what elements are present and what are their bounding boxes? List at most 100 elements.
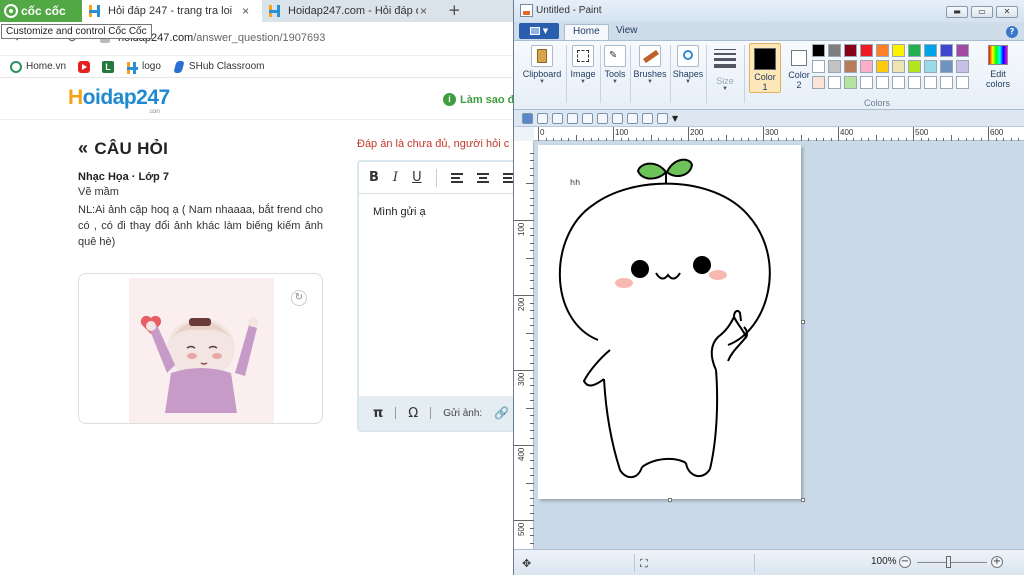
youtube-icon [78,60,91,73]
palette-swatch[interactable] [860,76,873,89]
image-button[interactable]: Image ▼ [568,43,598,85]
bookmark-l[interactable]: L [102,60,115,73]
resize-handle-right[interactable] [801,320,805,324]
palette-swatch[interactable] [940,60,953,73]
palette-swatch[interactable] [956,76,969,89]
palette-swatch[interactable] [876,44,889,57]
color1-selector[interactable]: Color 1 [749,43,781,93]
omega-symbol-button[interactable]: Ω [408,406,418,421]
palette-swatch[interactable] [844,60,857,73]
bookmark-shub[interactable]: SHub Classroom [172,60,265,73]
italic-button[interactable]: I [393,170,398,185]
align-center-icon[interactable] [476,172,489,183]
palette-swatch[interactable] [908,76,921,89]
close-button[interactable]: ✕ [996,6,1018,18]
palette-swatch[interactable] [812,60,825,73]
hoidap247-logo[interactable]: Hoidap247 .com [68,86,170,115]
palette-swatch[interactable] [940,76,953,89]
coccoc-brand: cốc cốc [21,4,66,18]
tab-view[interactable]: View [608,24,646,40]
customize-qat-icon[interactable]: ▼ [672,114,678,123]
answer-text-area[interactable]: Mình gửi ạ [359,194,514,230]
coccoc-logo-icon [4,4,18,18]
bold-button[interactable]: B [369,170,379,185]
rotate-image-button[interactable]: ↻ [291,290,307,306]
color2-selector[interactable]: Color 2 [784,43,814,93]
size-button[interactable]: Size ▼ [710,43,740,92]
palette-swatch[interactable] [828,44,841,57]
tab-close-icon[interactable]: × [242,4,249,18]
double-chevron-left-icon[interactable]: « [78,138,88,159]
zoom-in-button[interactable]: + [991,556,1003,568]
palette-swatch[interactable] [956,60,969,73]
underline-button[interactable]: U [412,170,422,185]
palette-swatch[interactable] [908,44,921,57]
maximize-button[interactable]: ▭ [971,6,993,18]
pi-symbol-button[interactable]: π [373,406,383,421]
drawing-canvas[interactable]: hh [538,145,801,499]
question-body: NL:Ai ảnh cặp hoq ạ ( Nam nhaaaa, bắt fr… [78,204,323,248]
edit-colors-button[interactable]: Edit colors [980,45,1016,89]
palette-swatch[interactable] [876,60,889,73]
palette-swatch[interactable] [924,60,937,73]
upload-image-label: Gửi ảnh: [443,407,483,419]
bookmark-youtube[interactable] [78,60,91,73]
minimize-button[interactable]: ▬ [946,6,968,18]
zoom-slider-thumb[interactable] [946,556,951,568]
browser-tabbar: cốc cốc Hỏi đáp 247 - trang tra loi × Ho… [0,0,514,22]
palette-swatch[interactable] [828,60,841,73]
ruler-label: 500 [915,128,929,137]
palette-swatch[interactable] [892,76,905,89]
tab-home[interactable]: Home [564,24,609,40]
palette-swatch[interactable] [860,44,873,57]
palette-swatch[interactable] [828,76,841,89]
text-tool-icon[interactable] [657,112,668,124]
palette-swatch[interactable] [924,44,937,57]
help-icon[interactable]: ? [1006,26,1018,38]
tab-hoidap-answer[interactable]: Hỏi đáp 247 - trang tra loi × [82,0,262,22]
bookmark-home[interactable]: Home.vn [10,60,66,73]
zoom-slider-track[interactable] [917,562,987,563]
select-tool-icon[interactable] [567,112,578,124]
question-image[interactable] [129,278,274,423]
print-icon[interactable] [582,112,593,124]
tools-button[interactable]: ✎ Tools ▼ [602,43,628,85]
palette-swatch[interactable] [844,44,857,57]
colors-group-label: Colors [864,98,891,108]
new-tab-button[interactable]: + [448,1,461,19]
palette-icon[interactable] [597,112,608,124]
palette-swatch[interactable] [892,44,905,57]
lines-icon[interactable] [642,112,653,124]
brush-qat-icon[interactable] [627,112,638,124]
tab-hoidap-home[interactable]: Hoidap247.com - Hỏi đáp onl × [262,0,442,22]
brushes-button[interactable]: Brushes ▼ [632,43,668,85]
tab-close-icon[interactable]: × [420,4,427,18]
file-menu-button[interactable]: ▼ [519,23,559,39]
palette-swatch[interactable] [844,76,857,89]
bookmark-logo[interactable]: logo [126,61,161,74]
palette-swatch[interactable] [892,60,905,73]
resize-handle-corner[interactable] [801,498,805,502]
paperclip-icon[interactable]: 🔗 [494,406,509,420]
resize-icon[interactable] [612,112,623,124]
paint-titlebar[interactable]: Untitled - Paint ▬ ▭ ✕ [514,0,1024,22]
redo-icon[interactable] [552,112,563,124]
zoom-out-button[interactable]: − [899,556,911,568]
clipboard-button[interactable]: Clipboard ▼ [522,43,562,85]
palette-swatch[interactable] [956,44,969,57]
palette-swatch[interactable] [860,60,873,73]
help-link[interactable]: i Làm sao đ [443,93,514,106]
coccoc-menu-button[interactable]: cốc cốc [0,0,82,22]
save-icon[interactable] [522,112,533,124]
editor-bottom-bar: π Ω Gửi ảnh: 🔗 [359,396,514,430]
palette-swatch[interactable] [876,76,889,89]
align-left-icon[interactable] [450,172,463,183]
resize-handle-bottom[interactable] [668,498,672,502]
palette-swatch[interactable] [908,60,921,73]
palette-swatch[interactable] [940,44,953,57]
palette-swatch[interactable] [812,76,825,89]
palette-swatch[interactable] [924,76,937,89]
palette-swatch[interactable] [812,44,825,57]
shapes-button[interactable]: Shapes ▼ [672,43,704,85]
undo-icon[interactable] [537,112,548,124]
